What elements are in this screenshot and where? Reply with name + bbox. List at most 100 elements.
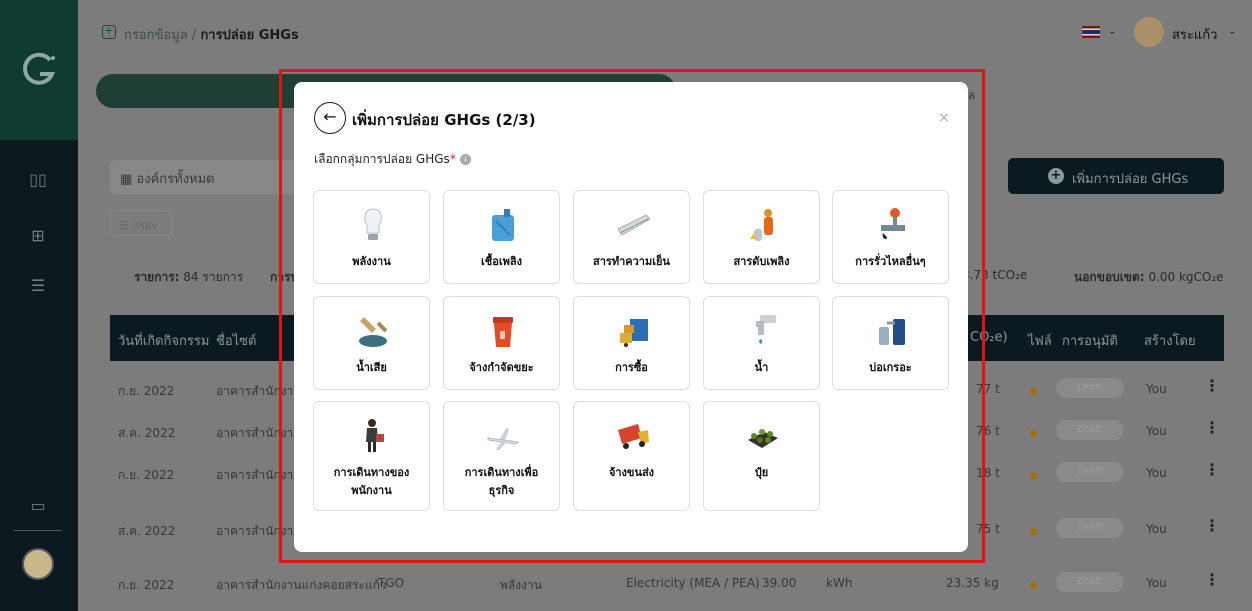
add-data-icon: + — [102, 25, 116, 39]
clipboard-icon[interactable]: ☰ — [28, 276, 48, 296]
more-options-icon[interactable]: ⋮ — [1204, 570, 1220, 589]
ghg-card-fuel[interactable]: เชื้อเพลิง — [443, 190, 560, 284]
table-row[interactable]: ก.ย. 2022 อาคารสำนักงานแก่งคอยสระแก้ว TG… — [110, 556, 1224, 611]
sidebar-avatar[interactable] — [22, 548, 54, 580]
more-options-icon[interactable]: ⋮ — [1204, 460, 1220, 479]
monitor-icon[interactable]: ▭ — [28, 496, 48, 516]
add-ghg-button[interactable]: + เพิ่มการปล่อย GHGs — [1008, 158, 1224, 194]
step-label-fragment: ล — [968, 89, 975, 102]
thai-flag-icon[interactable] — [1082, 26, 1100, 38]
card-label: พลังงาน — [352, 255, 391, 268]
ghg-card-extinguisher[interactable]: สารดับเพลิง — [703, 190, 820, 284]
ghg-card-other-leak[interactable]: การรั่วไหลอื่นๆ — [832, 190, 949, 284]
employee-commute-icon — [366, 419, 384, 452]
row-amount: 18 t — [976, 466, 1000, 480]
back-arrow-icon[interactable]: ← — [314, 102, 346, 134]
chevron-down-icon[interactable]: ⌄ — [1108, 26, 1116, 37]
row-created-by: You — [1146, 382, 1167, 396]
status-badge: Draft — [1056, 462, 1124, 482]
card-label: การเดินทางเพื่อ ธุรกิจ — [448, 464, 555, 500]
status-dot — [1030, 472, 1037, 479]
row-org: TGO — [378, 576, 405, 590]
summary-outside-label: นอกขอบเขต: — [1074, 270, 1145, 284]
ghg-card-wastewater[interactable]: น้ำเสีย — [313, 296, 430, 390]
card-label: การรั่วไหลอื่นๆ — [855, 255, 926, 268]
airplane-icon — [487, 428, 520, 450]
info-icon[interactable]: i — [459, 154, 471, 165]
summary-items-label: รายการ: — [134, 270, 180, 284]
summary-count: รายการ: 84 รายการ — [134, 268, 243, 287]
breadcrumb-parent[interactable]: กรอกข้อมูล — [124, 28, 188, 43]
row-date: ก.ย. 2022 — [118, 578, 175, 592]
ghg-card-fertilizer[interactable]: ปุ๋ย — [703, 401, 820, 511]
col-co2e[interactable]: CO₂e) — [970, 330, 1008, 345]
ghg-card-septic[interactable]: บ่อเกรอะ — [832, 296, 949, 390]
purchase-goods-icon — [620, 319, 648, 347]
col-created-by[interactable]: สร้างโดย — [1144, 330, 1196, 351]
card-label: จ้างกำจัดขยะ — [469, 361, 534, 374]
filter-label: กรอง — [132, 219, 157, 232]
card-label-line: พนักงาน — [351, 484, 392, 497]
ghg-card-employee-commute[interactable]: การเดินทางของ พนักงาน — [313, 401, 430, 511]
sliders-icon: ☰ — [119, 219, 133, 232]
user-avatar[interactable] — [1134, 17, 1164, 47]
card-label: การเดินทางของ พนักงาน — [318, 464, 425, 500]
card-label: น้ำ — [754, 361, 769, 374]
row-source: Electricity (MEA / PEA) — [626, 576, 760, 590]
row-created-by: You — [1146, 466, 1167, 480]
wastewater-icon — [359, 317, 388, 347]
row-amount: 75 t — [976, 522, 1000, 536]
org-filter-label: องค์กรทั้งหมด — [136, 172, 215, 187]
card-label-line: ธุรกิจ — [488, 484, 515, 497]
ghg-card-purchase[interactable]: การซื้อ — [573, 296, 690, 390]
ghg-card-business-travel[interactable]: การเดินทางเพื่อ ธุรกิจ — [443, 401, 560, 511]
row-date: ก.ย. 2022 — [118, 468, 175, 482]
card-label: น้ำเสีย — [356, 361, 387, 374]
col-approval[interactable]: การอนุมัติ — [1062, 330, 1118, 351]
status-badge: Draft — [1056, 572, 1124, 592]
fertilizer-plants-icon — [748, 429, 778, 448]
summary-items-value: 84 รายการ — [183, 270, 244, 284]
ghg-card-transport[interactable]: จ้างขนส่ง — [573, 401, 690, 511]
user-name[interactable]: สระแก้ว — [1172, 24, 1217, 45]
required-mark: * — [449, 152, 456, 166]
air-conditioner-icon — [617, 214, 650, 236]
lightbulb-icon — [364, 208, 382, 240]
col-site[interactable]: ชื่อไซต์ — [216, 330, 256, 351]
more-options-icon[interactable]: ⋮ — [1204, 376, 1220, 395]
row-created-by: You — [1146, 576, 1167, 590]
fire-extinguisher-icon — [750, 209, 773, 241]
app-logo-icon[interactable] — [22, 52, 58, 88]
ghg-card-refrigerant[interactable]: สารทำความเย็น — [573, 190, 690, 284]
sidebar: ▯▯ ⊞ ☰ ▭ — [0, 0, 78, 611]
summary-outside-value: 0.00 kgCO₂e — [1148, 270, 1224, 284]
group-select-text: เลือกกลุ่มการปล่อย GHGs — [314, 152, 450, 166]
card-label: สารดับเพลิง — [733, 255, 790, 268]
status-dot — [1030, 430, 1037, 437]
modal-title: เพิ่มการปล่อย GHGs (2/3) — [352, 111, 536, 129]
ghg-card-water[interactable]: น้ำ — [703, 296, 820, 390]
row-date: ส.ค. 2022 — [118, 524, 176, 538]
row-created-by: You — [1146, 424, 1167, 438]
more-options-icon[interactable]: ⋮ — [1204, 516, 1220, 535]
row-amount: 76 t — [976, 424, 1000, 438]
truck-icon — [618, 424, 649, 449]
col-date[interactable]: วันที่เกิดกิจกรรม — [118, 330, 209, 351]
status-badge: Draft — [1056, 518, 1124, 538]
add-data-icon[interactable]: ⊞ — [28, 226, 48, 246]
more-options-icon[interactable]: ⋮ — [1204, 418, 1220, 437]
add-ghg-modal: ← เพิ่มการปล่อย GHGs (2/3) × เลือกกลุ่มก… — [294, 82, 968, 552]
summary-total: 3.73 tCO₂e — [962, 268, 1028, 282]
filter-button[interactable]: ☰ กรอง — [110, 210, 172, 236]
ghg-card-waste-disposal[interactable]: จ้างกำจัดขยะ — [443, 296, 560, 390]
chevron-down-icon[interactable]: ⌄ — [1228, 26, 1236, 37]
close-icon[interactable]: × — [938, 110, 950, 126]
col-file[interactable]: ไฟล์ — [1028, 330, 1052, 351]
dashboard-icon[interactable]: ▯▯ — [28, 170, 48, 190]
ghg-card-energy[interactable]: พลังงาน — [313, 190, 430, 284]
row-qty: 39.00 — [762, 576, 797, 590]
row-date: ก.ย. 2022 — [118, 384, 175, 398]
org-filter-dropdown[interactable]: ▦ องค์กรทั้งหมด — [110, 160, 300, 194]
septic-tank-icon — [879, 319, 905, 345]
row-site: อาคารสำนักงานแก่งคอยสระแก้ว — [216, 578, 387, 592]
